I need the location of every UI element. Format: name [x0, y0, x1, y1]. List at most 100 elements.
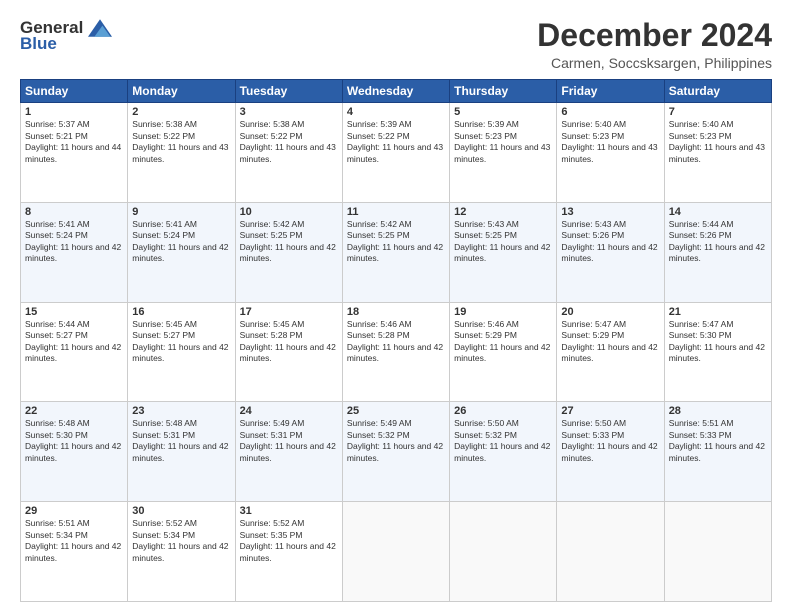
day-number: 8 — [25, 206, 123, 218]
table-row: 30 Sunrise: 5:52 AMSunset: 5:34 PMDaylig… — [128, 502, 235, 602]
day-number: 16 — [132, 306, 230, 318]
day-number: 20 — [561, 306, 659, 318]
empty-cell — [557, 502, 664, 602]
day-number: 2 — [132, 106, 230, 118]
day-number: 31 — [240, 505, 338, 517]
col-sunday: Sunday — [21, 80, 128, 103]
day-info: Sunrise: 5:47 AMSunset: 5:29 PMDaylight:… — [561, 319, 657, 363]
day-number: 1 — [25, 106, 123, 118]
table-row: 22 Sunrise: 5:48 AMSunset: 5:30 PMDaylig… — [21, 402, 128, 502]
day-info: Sunrise: 5:41 AMSunset: 5:24 PMDaylight:… — [25, 219, 121, 263]
col-wednesday: Wednesday — [342, 80, 449, 103]
table-row: 14 Sunrise: 5:44 AMSunset: 5:26 PMDaylig… — [664, 202, 771, 302]
table-row: 21 Sunrise: 5:47 AMSunset: 5:30 PMDaylig… — [664, 302, 771, 402]
col-monday: Monday — [128, 80, 235, 103]
table-row: 28 Sunrise: 5:51 AMSunset: 5:33 PMDaylig… — [664, 402, 771, 502]
calendar-week-row: 22 Sunrise: 5:48 AMSunset: 5:30 PMDaylig… — [21, 402, 772, 502]
table-row: 4 Sunrise: 5:39 AMSunset: 5:22 PMDayligh… — [342, 103, 449, 203]
table-row: 15 Sunrise: 5:44 AMSunset: 5:27 PMDaylig… — [21, 302, 128, 402]
day-number: 4 — [347, 106, 445, 118]
table-row: 7 Sunrise: 5:40 AMSunset: 5:23 PMDayligh… — [664, 103, 771, 203]
table-row: 11 Sunrise: 5:42 AMSunset: 5:25 PMDaylig… — [342, 202, 449, 302]
day-info: Sunrise: 5:39 AMSunset: 5:23 PMDaylight:… — [454, 119, 550, 163]
day-info: Sunrise: 5:46 AMSunset: 5:29 PMDaylight:… — [454, 319, 550, 363]
day-number: 27 — [561, 405, 659, 417]
table-row: 31 Sunrise: 5:52 AMSunset: 5:35 PMDaylig… — [235, 502, 342, 602]
table-row: 19 Sunrise: 5:46 AMSunset: 5:29 PMDaylig… — [450, 302, 557, 402]
table-row: 12 Sunrise: 5:43 AMSunset: 5:25 PMDaylig… — [450, 202, 557, 302]
day-number: 11 — [347, 206, 445, 218]
day-number: 26 — [454, 405, 552, 417]
calendar-week-row: 29 Sunrise: 5:51 AMSunset: 5:34 PMDaylig… — [21, 502, 772, 602]
day-info: Sunrise: 5:51 AMSunset: 5:33 PMDaylight:… — [669, 418, 765, 462]
day-number: 25 — [347, 405, 445, 417]
day-info: Sunrise: 5:45 AMSunset: 5:27 PMDaylight:… — [132, 319, 228, 363]
day-info: Sunrise: 5:43 AMSunset: 5:25 PMDaylight:… — [454, 219, 550, 263]
empty-cell — [450, 502, 557, 602]
table-row: 6 Sunrise: 5:40 AMSunset: 5:23 PMDayligh… — [557, 103, 664, 203]
table-row: 25 Sunrise: 5:49 AMSunset: 5:32 PMDaylig… — [342, 402, 449, 502]
table-row: 20 Sunrise: 5:47 AMSunset: 5:29 PMDaylig… — [557, 302, 664, 402]
day-number: 21 — [669, 306, 767, 318]
day-info: Sunrise: 5:38 AMSunset: 5:22 PMDaylight:… — [240, 119, 336, 163]
empty-cell — [664, 502, 771, 602]
table-row: 17 Sunrise: 5:45 AMSunset: 5:28 PMDaylig… — [235, 302, 342, 402]
day-number: 30 — [132, 505, 230, 517]
day-info: Sunrise: 5:42 AMSunset: 5:25 PMDaylight:… — [240, 219, 336, 263]
table-row: 29 Sunrise: 5:51 AMSunset: 5:34 PMDaylig… — [21, 502, 128, 602]
day-number: 10 — [240, 206, 338, 218]
day-info: Sunrise: 5:41 AMSunset: 5:24 PMDaylight:… — [132, 219, 228, 263]
day-number: 5 — [454, 106, 552, 118]
day-info: Sunrise: 5:38 AMSunset: 5:22 PMDaylight:… — [132, 119, 228, 163]
day-number: 9 — [132, 206, 230, 218]
day-number: 29 — [25, 505, 123, 517]
day-number: 3 — [240, 106, 338, 118]
table-row: 26 Sunrise: 5:50 AMSunset: 5:32 PMDaylig… — [450, 402, 557, 502]
day-number: 28 — [669, 405, 767, 417]
day-info: Sunrise: 5:46 AMSunset: 5:28 PMDaylight:… — [347, 319, 443, 363]
day-number: 15 — [25, 306, 123, 318]
day-number: 22 — [25, 405, 123, 417]
day-info: Sunrise: 5:49 AMSunset: 5:31 PMDaylight:… — [240, 418, 336, 462]
day-info: Sunrise: 5:48 AMSunset: 5:30 PMDaylight:… — [25, 418, 121, 462]
day-info: Sunrise: 5:47 AMSunset: 5:30 PMDaylight:… — [669, 319, 765, 363]
col-thursday: Thursday — [450, 80, 557, 103]
day-info: Sunrise: 5:37 AMSunset: 5:21 PMDaylight:… — [25, 119, 121, 163]
day-info: Sunrise: 5:52 AMSunset: 5:35 PMDaylight:… — [240, 518, 336, 562]
header-row: Sunday Monday Tuesday Wednesday Thursday… — [21, 80, 772, 103]
table-row: 9 Sunrise: 5:41 AMSunset: 5:24 PMDayligh… — [128, 202, 235, 302]
logo-blue: Blue — [20, 34, 57, 54]
day-number: 18 — [347, 306, 445, 318]
header: General Blue December 2024 Carmen, Soccs… — [20, 18, 772, 71]
calendar-week-row: 1 Sunrise: 5:37 AMSunset: 5:21 PMDayligh… — [21, 103, 772, 203]
month-title: December 2024 — [537, 18, 772, 53]
calendar-week-row: 8 Sunrise: 5:41 AMSunset: 5:24 PMDayligh… — [21, 202, 772, 302]
table-row: 23 Sunrise: 5:48 AMSunset: 5:31 PMDaylig… — [128, 402, 235, 502]
day-info: Sunrise: 5:39 AMSunset: 5:22 PMDaylight:… — [347, 119, 443, 163]
table-row: 27 Sunrise: 5:50 AMSunset: 5:33 PMDaylig… — [557, 402, 664, 502]
empty-cell — [342, 502, 449, 602]
page: General Blue December 2024 Carmen, Soccs… — [0, 0, 792, 612]
day-number: 7 — [669, 106, 767, 118]
logo-icon — [88, 19, 112, 37]
day-info: Sunrise: 5:48 AMSunset: 5:31 PMDaylight:… — [132, 418, 228, 462]
day-info: Sunrise: 5:44 AMSunset: 5:26 PMDaylight:… — [669, 219, 765, 263]
col-tuesday: Tuesday — [235, 80, 342, 103]
location-title: Carmen, Soccsksargen, Philippines — [537, 55, 772, 71]
day-info: Sunrise: 5:42 AMSunset: 5:25 PMDaylight:… — [347, 219, 443, 263]
table-row: 1 Sunrise: 5:37 AMSunset: 5:21 PMDayligh… — [21, 103, 128, 203]
col-friday: Friday — [557, 80, 664, 103]
day-number: 24 — [240, 405, 338, 417]
table-row: 2 Sunrise: 5:38 AMSunset: 5:22 PMDayligh… — [128, 103, 235, 203]
day-number: 13 — [561, 206, 659, 218]
table-row: 24 Sunrise: 5:49 AMSunset: 5:31 PMDaylig… — [235, 402, 342, 502]
day-number: 12 — [454, 206, 552, 218]
table-row: 16 Sunrise: 5:45 AMSunset: 5:27 PMDaylig… — [128, 302, 235, 402]
col-saturday: Saturday — [664, 80, 771, 103]
day-info: Sunrise: 5:51 AMSunset: 5:34 PMDaylight:… — [25, 518, 121, 562]
day-number: 17 — [240, 306, 338, 318]
day-info: Sunrise: 5:43 AMSunset: 5:26 PMDaylight:… — [561, 219, 657, 263]
day-number: 14 — [669, 206, 767, 218]
day-info: Sunrise: 5:49 AMSunset: 5:32 PMDaylight:… — [347, 418, 443, 462]
day-info: Sunrise: 5:40 AMSunset: 5:23 PMDaylight:… — [669, 119, 765, 163]
